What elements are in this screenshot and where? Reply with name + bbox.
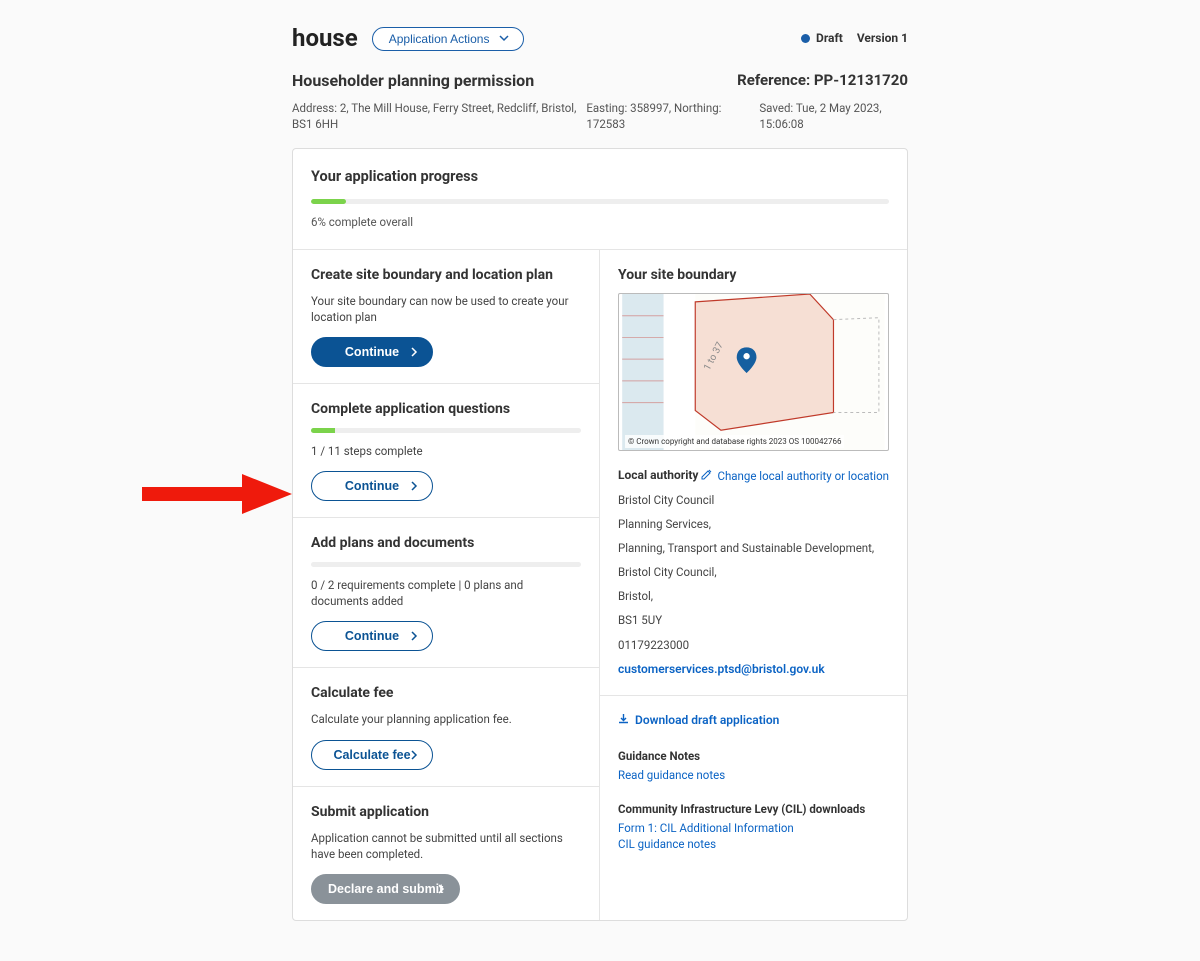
la-addr: Planning, Transport and Sustainable Deve…: [618, 540, 889, 556]
continue-questions-button[interactable]: Continue: [311, 471, 433, 501]
progress-section: Your application progress 6% complete ov…: [293, 149, 907, 249]
local-authority-label: Local authority: [618, 467, 698, 484]
continue-plans-button[interactable]: Continue: [311, 621, 433, 651]
status-dot-icon: [801, 34, 810, 43]
address-line: Address: 2, The Mill House, Ferry Street…: [292, 100, 586, 132]
task-desc: Your site boundary can now be used to cr…: [311, 293, 581, 325]
site-boundary-section: Your site boundary: [600, 250, 907, 696]
application-actions-label: Application Actions: [389, 32, 490, 46]
edit-icon: [701, 468, 712, 484]
progress-text: 6% complete overall: [311, 214, 889, 230]
declare-submit-button: Declare and submit: [311, 874, 460, 904]
page-title: house: [292, 22, 358, 56]
site-boundary-heading: Your site boundary: [618, 266, 889, 286]
download-icon: [618, 712, 629, 729]
version-label: Version 1: [857, 30, 908, 47]
task-stat: 1 / 11 steps complete: [311, 443, 581, 459]
task-desc: Calculate your planning application fee.: [311, 711, 581, 727]
progress-bar: [311, 199, 889, 204]
task-title: Calculate fee: [311, 684, 581, 704]
la-name: Bristol City Council: [618, 492, 889, 508]
download-draft-link[interactable]: Download draft application: [618, 712, 779, 729]
la-addr: Bristol City Council,: [618, 564, 889, 580]
chevron-right-icon: [410, 347, 418, 357]
task-title: Add plans and documents: [311, 534, 581, 554]
task-title: Complete application questions: [311, 400, 581, 420]
permission-type: Householder planning permission: [292, 70, 534, 92]
task-title: Create site boundary and location plan: [311, 266, 581, 286]
site-boundary-map[interactable]: 1 to 37 © Crown copyright and database r…: [618, 293, 889, 451]
header: house Application Actions Draft Version …: [292, 22, 908, 56]
cil-form-link[interactable]: Form 1: CIL Additional Information: [618, 820, 889, 836]
easting-northing: Easting: 358997, Northing: 172583: [586, 100, 741, 132]
application-card: Your application progress 6% complete ov…: [292, 148, 908, 921]
la-phone: 01179223000: [618, 637, 889, 653]
la-addr: Planning Services,: [618, 516, 889, 532]
change-authority-link[interactable]: Change local authority or location: [701, 468, 889, 484]
task-desc: Application cannot be submitted until al…: [311, 830, 581, 862]
annotation-arrow: [142, 474, 302, 520]
reference-number: Reference: PP-12131720: [737, 70, 908, 92]
cil-heading: Community Infrastructure Levy (CIL) down…: [618, 801, 889, 817]
task-stat: 0 / 2 requirements complete | 0 plans an…: [311, 577, 581, 609]
task-fee: Calculate fee Calculate your planning ap…: [293, 668, 599, 787]
chevron-right-icon: [410, 481, 418, 491]
cil-guidance-link[interactable]: CIL guidance notes: [618, 836, 889, 852]
task-progress-bar: [311, 428, 581, 433]
map-attribution: © Crown copyright and database rights 20…: [625, 435, 844, 448]
la-email-link[interactable]: customerservices.ptsd@bristol.gov.uk: [618, 662, 825, 676]
la-addr: BS1 5UY: [618, 612, 889, 628]
saved-timestamp: Saved: Tue, 2 May 2023, 15:06:08: [759, 100, 908, 132]
status-badge: Draft: [801, 30, 843, 47]
task-site-boundary: Create site boundary and location plan Y…: [293, 250, 599, 385]
chevron-right-icon: [410, 631, 418, 641]
la-addr: Bristol,: [618, 588, 889, 604]
chevron-right-icon: [410, 750, 418, 760]
downloads-section: Download draft application Guidance Note…: [600, 696, 907, 869]
read-guidance-link[interactable]: Read guidance notes: [618, 767, 889, 783]
progress-heading: Your application progress: [311, 167, 889, 187]
guidance-heading: Guidance Notes: [618, 748, 889, 764]
continue-boundary-button[interactable]: Continue: [311, 337, 433, 367]
application-actions-button[interactable]: Application Actions: [372, 27, 525, 51]
task-title: Submit application: [311, 803, 581, 823]
chevron-down-icon: [499, 32, 509, 46]
task-questions: Complete application questions 1 / 11 st…: [293, 384, 599, 518]
task-progress-bar: [311, 562, 581, 567]
calculate-fee-button[interactable]: Calculate fee: [311, 740, 433, 770]
chevron-right-icon: [437, 884, 445, 894]
task-plans: Add plans and documents 0 / 2 requiremen…: [293, 518, 599, 668]
task-submit: Submit application Application cannot be…: [293, 787, 599, 921]
